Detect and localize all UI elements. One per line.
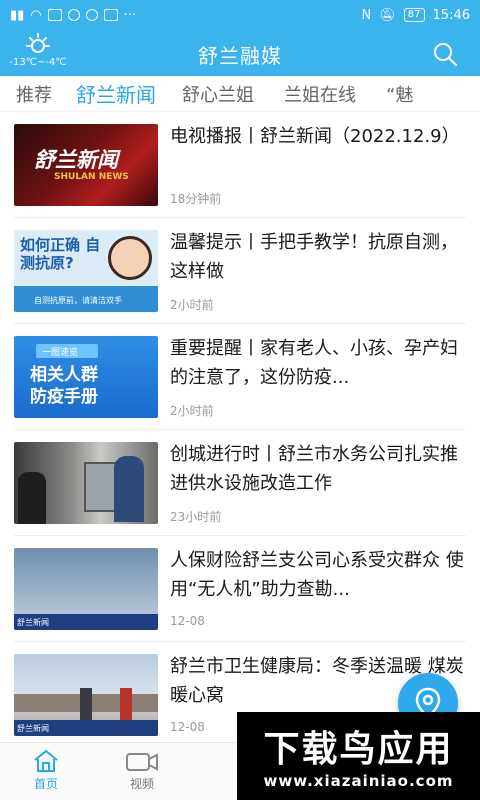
mute-icon: 🔕︎ — [379, 7, 396, 23]
thumbnail-text: 如何正确 自测抗原? — [20, 236, 101, 272]
news-item[interactable]: 舒兰新闻 SHULAN NEWS 电视播报丨舒兰新闻（2022.12.9） 18… — [0, 112, 480, 218]
news-time: 12-08 — [170, 614, 205, 628]
news-title: 温馨提示丨手把手教学！抗原自测，这样做 — [170, 232, 458, 282]
home-icon — [34, 749, 58, 772]
nav-home-label: 首页 — [33, 777, 58, 791]
news-time: 23小时前 — [170, 510, 222, 524]
app-title: 舒兰融媒 — [198, 44, 282, 68]
news-title: 人保财险舒兰支公司心系受灾群众 使用“无人机”助力查勘... — [170, 550, 464, 600]
wifi-icon: ◠ — [30, 7, 42, 23]
news-thumbnail: 舒兰新闻 — [14, 548, 158, 630]
news-time: 12-08 — [170, 720, 205, 734]
nav-video[interactable]: 视频 — [112, 749, 172, 792]
news-time: 2小时前 — [170, 298, 214, 312]
video-camera-icon — [126, 753, 158, 771]
signal-icon: ▮▮ — [10, 7, 25, 23]
tab-lanjie-online[interactable]: 兰姐在线 — [284, 81, 356, 107]
news-title: 电视播报丨舒兰新闻（2022.12.9） — [170, 126, 460, 147]
news-thumbnail: 如何正确 自测抗原? 自测抗原前，请清洁双手 — [14, 230, 158, 312]
category-tabs: 推荐 舒兰新闻 舒心兰姐 兰姐在线 “魅 — [0, 76, 480, 112]
news-thumbnail: 舒兰新闻 — [14, 654, 158, 736]
news-time: 18分钟前 — [170, 192, 222, 206]
app-notification-icon-4 — [103, 9, 118, 21]
app-notification-icon-3 — [85, 9, 98, 21]
watermark-banner: 下载鸟应用 www.xiazainiao.com — [237, 712, 480, 800]
watermark-title: 下载鸟应用 — [263, 729, 454, 770]
news-title: 创城进行时丨舒兰市水务公司扎实推进供水设施改造工作 — [170, 444, 458, 494]
nav-home[interactable]: 首页 — [16, 749, 76, 792]
thumbnail-text: 舒兰新闻 — [17, 724, 49, 733]
news-item[interactable]: 舒兰新闻 人保财险舒兰支公司心系受灾群众 使用“无人机”助力查勘... 12-0… — [0, 536, 480, 642]
more-notifications-icon: ··· — [123, 7, 137, 23]
watermark-url: www.xiazainiao.com — [263, 772, 454, 790]
news-thumbnail — [14, 442, 158, 524]
thumbnail-text: 舒兰新闻 — [17, 618, 49, 627]
news-title: 重要提醒丨家有老人、小孩、孕产妇的注意了，这份防疫... — [170, 338, 458, 388]
nav-video-label: 视频 — [129, 777, 154, 791]
tab-recommend[interactable]: 推荐 — [16, 81, 52, 107]
status-bar: ▮▮ ◠ ··· N 🔕︎ 87 15:46 — [0, 0, 480, 30]
thumbnail-text: 相关人群 防疫手册 — [30, 365, 98, 407]
app-notification-icon-2 — [67, 9, 80, 21]
nfc-icon: N — [361, 7, 372, 23]
news-item[interactable]: 如何正确 自测抗原? 自测抗原前，请清洁双手 温馨提示丨手把手教学！抗原自测，这… — [0, 218, 480, 324]
search-icon — [434, 43, 458, 67]
tab-shulan-news[interactable]: 舒兰新闻 — [76, 79, 156, 108]
thumbnail-subtext: SHULAN NEWS — [54, 172, 129, 182]
thumbnail-subtext: 一图速览 — [42, 348, 79, 358]
news-item[interactable]: 一图速览 相关人群 防疫手册 重要提醒丨家有老人、小孩、孕产妇的注意了，这份防疫… — [0, 324, 480, 430]
battery-indicator: 87 — [403, 8, 425, 22]
app-notification-icon — [47, 9, 62, 21]
tab-charm[interactable]: “魅 — [386, 81, 413, 107]
news-thumbnail: 舒兰新闻 SHULAN NEWS — [14, 124, 158, 206]
news-time: 2小时前 — [170, 404, 214, 418]
news-thumbnail: 一图速览 相关人群 防疫手册 — [14, 336, 158, 418]
thumbnail-subtext: 自测抗原前，请清洁双手 — [34, 296, 122, 305]
tab-shuxin-lanjie[interactable]: 舒心兰姐 — [182, 81, 254, 107]
app-header: -13℃~-4℃ 舒兰融媒 — [0, 30, 480, 76]
search-button[interactable] — [432, 41, 458, 71]
news-item[interactable]: 创城进行时丨舒兰市水务公司扎实推进供水设施改造工作 23小时前 — [0, 430, 480, 536]
clock: 15:46 — [432, 7, 470, 23]
thumbnail-text: 舒兰新闻 — [34, 148, 118, 172]
